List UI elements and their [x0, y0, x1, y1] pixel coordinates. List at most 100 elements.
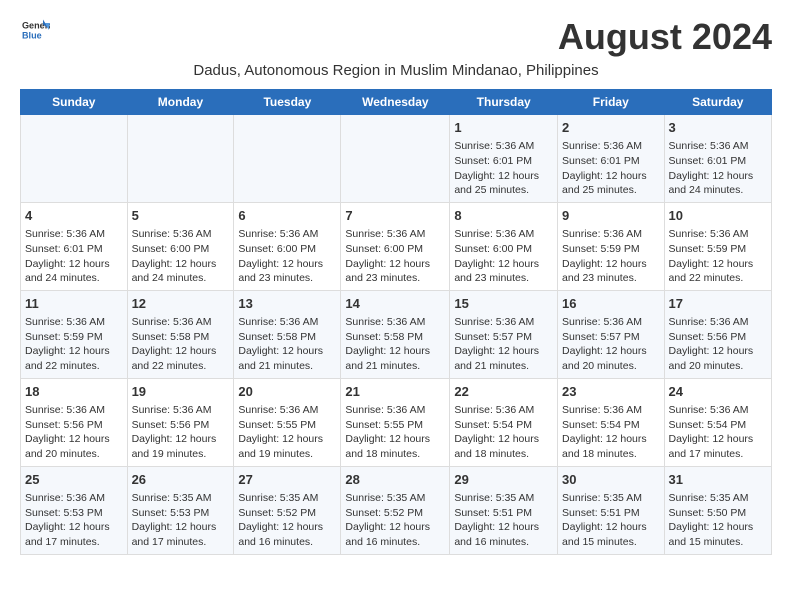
day-number: 1 [454, 119, 553, 137]
day-info: Sunrise: 5:36 AM Sunset: 5:58 PM Dayligh… [238, 315, 336, 374]
day-number: 22 [454, 383, 553, 401]
calendar-cell: 31Sunrise: 5:35 AM Sunset: 5:50 PM Dayli… [664, 466, 771, 554]
day-info: Sunrise: 5:36 AM Sunset: 5:58 PM Dayligh… [132, 315, 230, 374]
calendar-cell: 7Sunrise: 5:36 AM Sunset: 6:00 PM Daylig… [341, 202, 450, 290]
day-info: Sunrise: 5:35 AM Sunset: 5:52 PM Dayligh… [238, 491, 336, 550]
calendar-cell: 5 Sunrise: 5:36 AM Sunset: 6:00 PM Daylig… [127, 202, 234, 290]
day-info: Sunrise: 5:36 AM Sunset: 5:54 PM Dayligh… [454, 403, 553, 462]
day-info: Sunrise: 5:36 AM Sunset: 5:54 PM Dayligh… [562, 403, 660, 462]
day-header-monday: Monday [127, 90, 234, 115]
calendar-cell: 30Sunrise: 5:35 AM Sunset: 5:51 PM Dayli… [558, 466, 665, 554]
day-info: Sunrise: 5:36 AM Sunset: 5:53 PM Dayligh… [25, 491, 123, 550]
day-number: 24 [669, 383, 767, 401]
day-number: 6 [238, 207, 336, 225]
day-number: 15 [454, 295, 553, 313]
day-info: Sunrise: 5:36 AM Sunset: 5:55 PM Dayligh… [238, 403, 336, 462]
day-number: 8 [454, 207, 553, 225]
calendar-table: SundayMondayTuesdayWednesdayThursdayFrid… [20, 89, 772, 555]
day-info: Sunrise: 5:36 AM Sunset: 6:01 PM Dayligh… [25, 227, 123, 286]
day-info: Sunrise: 5:36 AM Sunset: 6:00 PM Dayligh… [132, 227, 230, 286]
day-number: 26 [132, 471, 230, 489]
calendar-cell: 29Sunrise: 5:35 AM Sunset: 5:51 PM Dayli… [450, 466, 558, 554]
day-info: Sunrise: 5:36 AM Sunset: 6:01 PM Dayligh… [669, 139, 767, 198]
day-info: Sunrise: 5:35 AM Sunset: 5:51 PM Dayligh… [562, 491, 660, 550]
day-info: Sunrise: 5:35 AM Sunset: 5:51 PM Dayligh… [454, 491, 553, 550]
day-info: Sunrise: 5:36 AM Sunset: 5:56 PM Dayligh… [132, 403, 230, 462]
calendar-cell: 9Sunrise: 5:36 AM Sunset: 5:59 PM Daylig… [558, 202, 665, 290]
day-info: Sunrise: 5:36 AM Sunset: 5:56 PM Dayligh… [25, 403, 123, 462]
calendar-cell: 26 Sunrise: 5:35 AM Sunset: 5:53 PM Dayli… [127, 466, 234, 554]
calendar-cell: 3 Sunrise: 5:36 AM Sunset: 6:01 PM Daylig… [664, 115, 771, 203]
day-number: 19 [132, 383, 230, 401]
subtitle: Dadus, Autonomous Region in Muslim Minda… [20, 62, 772, 79]
day-header-friday: Friday [558, 90, 665, 115]
day-info: Sunrise: 5:36 AM Sunset: 6:01 PM Dayligh… [562, 139, 660, 198]
day-number: 28 [345, 471, 445, 489]
calendar-cell: 22 Sunrise: 5:36 AM Sunset: 5:54 PM Dayli… [450, 378, 558, 466]
calendar-cell: 23 Sunrise: 5:36 AM Sunset: 5:54 PM Dayli… [558, 378, 665, 466]
calendar-cell: 27 Sunrise: 5:35 AM Sunset: 5:52 PM Dayli… [234, 466, 341, 554]
calendar-cell: 8 Sunrise: 5:36 AM Sunset: 6:00 PM Daylig… [450, 202, 558, 290]
day-info: Sunrise: 5:35 AM Sunset: 5:53 PM Dayligh… [132, 491, 230, 550]
calendar-cell: 2 Sunrise: 5:36 AM Sunset: 6:01 PM Daylig… [558, 115, 665, 203]
days-header-row: SundayMondayTuesdayWednesdayThursdayFrid… [21, 90, 772, 115]
day-number: 4 [25, 207, 123, 225]
calendar-cell: 17Sunrise: 5:36 AM Sunset: 5:56 PM Dayli… [664, 290, 771, 378]
day-info: Sunrise: 5:36 AM Sunset: 5:58 PM Dayligh… [345, 315, 445, 374]
day-number: 27 [238, 471, 336, 489]
svg-text:Blue: Blue [22, 30, 42, 40]
logo: General Blue [20, 16, 50, 44]
day-info: Sunrise: 5:35 AM Sunset: 5:52 PM Dayligh… [345, 491, 445, 550]
day-number: 31 [669, 471, 767, 489]
day-number: 2 [562, 119, 660, 137]
day-header-tuesday: Tuesday [234, 90, 341, 115]
day-header-saturday: Saturday [664, 90, 771, 115]
day-info: Sunrise: 5:36 AM Sunset: 5:59 PM Dayligh… [669, 227, 767, 286]
day-info: Sunrise: 5:36 AM Sunset: 5:54 PM Dayligh… [669, 403, 767, 462]
calendar-cell: 12 Sunrise: 5:36 AM Sunset: 5:58 PM Dayli… [127, 290, 234, 378]
header: General Blue August 2024 [20, 16, 772, 58]
calendar-cell: 28 Sunrise: 5:35 AM Sunset: 5:52 PM Dayli… [341, 466, 450, 554]
calendar-cell [21, 115, 128, 203]
logo-icon: General Blue [22, 16, 50, 44]
calendar-cell: 1 Sunrise: 5:36 AM Sunset: 6:01 PM Daylig… [450, 115, 558, 203]
calendar-cell: 11 Sunrise: 5:36 AM Sunset: 5:59 PM Dayli… [21, 290, 128, 378]
day-info: Sunrise: 5:36 AM Sunset: 5:57 PM Dayligh… [562, 315, 660, 374]
day-number: 18 [25, 383, 123, 401]
calendar-cell: 13 Sunrise: 5:36 AM Sunset: 5:58 PM Dayli… [234, 290, 341, 378]
day-info: Sunrise: 5:36 AM Sunset: 6:00 PM Dayligh… [454, 227, 553, 286]
day-number: 3 [669, 119, 767, 137]
calendar-cell: 25 Sunrise: 5:36 AM Sunset: 5:53 PM Dayli… [21, 466, 128, 554]
day-header-sunday: Sunday [21, 90, 128, 115]
calendar-cell [234, 115, 341, 203]
calendar-week-row: 18 Sunrise: 5:36 AM Sunset: 5:56 PM Dayli… [21, 378, 772, 466]
calendar-week-row: 25 Sunrise: 5:36 AM Sunset: 5:53 PM Dayli… [21, 466, 772, 554]
calendar-cell: 19 Sunrise: 5:36 AM Sunset: 5:56 PM Dayli… [127, 378, 234, 466]
day-info: Sunrise: 5:36 AM Sunset: 5:55 PM Dayligh… [345, 403, 445, 462]
day-number: 16 [562, 295, 660, 313]
calendar-cell: 20Sunrise: 5:36 AM Sunset: 5:55 PM Dayli… [234, 378, 341, 466]
day-number: 21 [345, 383, 445, 401]
day-number: 12 [132, 295, 230, 313]
day-info: Sunrise: 5:36 AM Sunset: 5:59 PM Dayligh… [25, 315, 123, 374]
day-info: Sunrise: 5:36 AM Sunset: 6:00 PM Dayligh… [238, 227, 336, 286]
day-number: 7 [345, 207, 445, 225]
calendar-cell: 6 Sunrise: 5:36 AM Sunset: 6:00 PM Daylig… [234, 202, 341, 290]
day-number: 13 [238, 295, 336, 313]
day-number: 25 [25, 471, 123, 489]
day-number: 9 [562, 207, 660, 225]
day-header-thursday: Thursday [450, 90, 558, 115]
calendar-cell [127, 115, 234, 203]
calendar-cell: 16 Sunrise: 5:36 AM Sunset: 5:57 PM Dayli… [558, 290, 665, 378]
day-number: 23 [562, 383, 660, 401]
calendar-cell: 24 Sunrise: 5:36 AM Sunset: 5:54 PM Dayli… [664, 378, 771, 466]
day-number: 5 [132, 207, 230, 225]
month-year: August 2024 [558, 16, 772, 58]
calendar-cell: 21 Sunrise: 5:36 AM Sunset: 5:55 PM Dayli… [341, 378, 450, 466]
calendar-cell: 14Sunrise: 5:36 AM Sunset: 5:58 PM Dayli… [341, 290, 450, 378]
day-number: 11 [25, 295, 123, 313]
calendar-cell: 15Sunrise: 5:36 AM Sunset: 5:57 PM Dayli… [450, 290, 558, 378]
day-number: 10 [669, 207, 767, 225]
day-info: Sunrise: 5:36 AM Sunset: 6:01 PM Dayligh… [454, 139, 553, 198]
day-number: 17 [669, 295, 767, 313]
